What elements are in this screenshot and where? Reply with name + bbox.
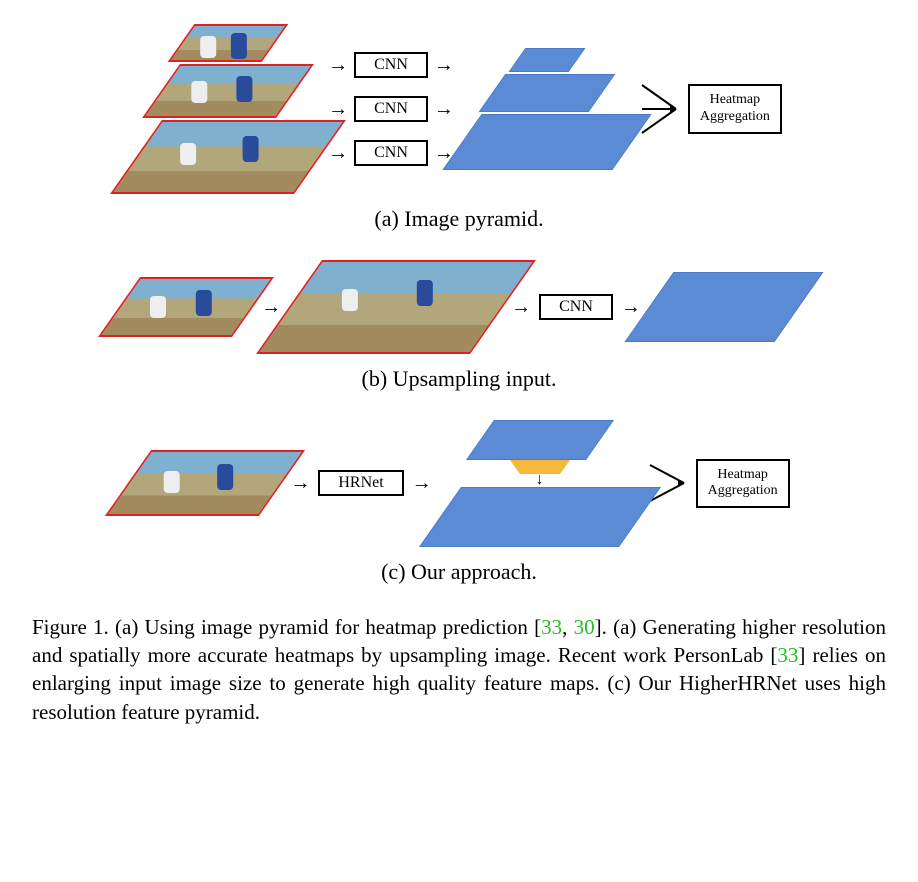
agg-label-line2: Aggregation [700,109,770,124]
feature-map-top [466,420,614,460]
heatmap-small [508,48,585,72]
agg-label-line2: Aggregation [708,483,778,498]
feature-map-bottom [419,487,661,547]
panel-a: → CNN → → CNN → → CNN → Heatmap Aggregat… [32,24,886,194]
arrow-right-icon: → [261,297,281,317]
arrow-right-icon: → [412,473,432,493]
heatmap-aggregation-box: Heatmap Aggregation [696,459,790,509]
arrow-right-icon: → [511,297,531,317]
upsampled-image [256,260,536,354]
input-image [105,450,305,516]
cnn-box: CNN [539,294,613,320]
panel-c: → HRNet → ↓ Heatmap Aggregation [32,420,886,547]
agg-label-line1: Heatmap [710,92,761,107]
arrow-right-icon: → [621,297,641,317]
citation-link[interactable]: 30 [574,615,595,639]
heatmap-mid [479,74,616,112]
citation-link[interactable]: 33 [541,615,562,639]
caption-text: , [562,615,573,639]
arrow-right-icon: → [434,55,454,75]
arrow-right-icon: → [434,99,454,119]
cnn-box: CNN [354,96,428,122]
hrnet-box: HRNet [318,470,403,496]
heatmap-pyramid-stack [462,48,632,170]
merge-arrows-icon [640,79,680,139]
heatmap-output [624,272,823,342]
input-image [98,277,274,337]
caption-text: Figure 1. (a) Using image pyramid for he… [32,615,541,639]
subcaption-a: (a) Image pyramid. [32,206,886,232]
heatmap-large [442,114,651,170]
agg-label-line1: Heatmap [717,467,768,482]
citation-link[interactable]: 33 [777,643,798,667]
subcaption-b: (b) Upsampling input. [32,366,886,392]
feature-pyramid-stack: ↓ [440,420,640,547]
arrow-right-icon: → [328,55,348,75]
figure-caption: Figure 1. (a) Using image pyramid for he… [32,613,886,726]
input-image-large [110,120,346,194]
cnn-box: CNN [354,140,428,166]
input-image-mid [142,64,314,118]
heatmap-aggregation-box: Heatmap Aggregation [688,84,782,134]
merge-arrows-icon [648,453,688,513]
arrow-right-icon: → [328,99,348,119]
arrow-right-icon: → [328,143,348,163]
panel-b: → → CNN → [32,260,886,354]
image-pyramid-stack [136,24,320,194]
subcaption-c: (c) Our approach. [32,559,886,585]
arrow-right-icon: → [290,473,310,493]
cnn-column: → CNN → → CNN → → CNN → [328,52,454,166]
arrow-down-icon: ↓ [536,474,544,487]
input-image-small [168,24,289,62]
cnn-box: CNN [354,52,428,78]
